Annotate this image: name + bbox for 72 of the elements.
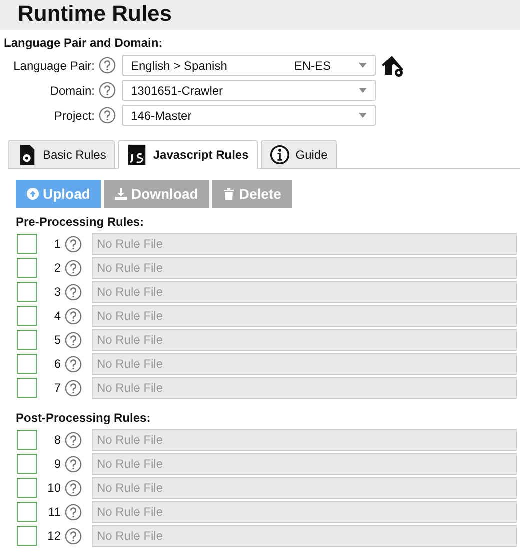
- rule-number: 1: [53, 237, 61, 251]
- section-heading: Language Pair and Domain:: [4, 36, 164, 50]
- rule-number: 9: [53, 457, 61, 471]
- help-icon: [65, 480, 82, 496]
- rule-number: 10: [46, 481, 61, 495]
- checkbox[interactable]: [17, 330, 37, 350]
- rule-file-field[interactable]: No Rule File: [92, 477, 517, 499]
- dropdown[interactable]: English > Spanish EN-ES: [122, 55, 376, 76]
- rule-file-field[interactable]: No Rule File: [92, 329, 517, 351]
- js-file-icon: [127, 144, 148, 166]
- rule-number: 5: [53, 333, 61, 347]
- rule-file-field[interactable]: No Rule File: [92, 453, 517, 475]
- tab[interactable]: Guide: [260, 140, 337, 168]
- checkbox[interactable]: [17, 354, 37, 374]
- help-icon: [65, 356, 82, 372]
- page-title: Runtime Rules: [18, 0, 174, 28]
- checkbox[interactable]: [17, 378, 37, 398]
- rule-number: 11: [48, 505, 61, 519]
- group-heading: Pre-Processing Rules:: [16, 215, 146, 229]
- help-icon: [65, 432, 82, 448]
- rule-number: 4: [53, 309, 61, 323]
- dropdown[interactable]: 146-Master: [122, 105, 376, 126]
- dropdown[interactable]: 1301651-Crawler: [122, 80, 376, 101]
- rule-number: 3: [53, 285, 61, 299]
- help-icon: [65, 332, 82, 348]
- caret-icon: [359, 113, 367, 118]
- rule-file-field[interactable]: No Rule File: [92, 353, 517, 375]
- trash-icon: [223, 188, 236, 200]
- checkbox[interactable]: [17, 282, 37, 302]
- checkbox[interactable]: [17, 234, 37, 254]
- rule-file-field[interactable]: No Rule File: [92, 525, 517, 547]
- checkbox[interactable]: [17, 258, 37, 278]
- rule-number: 8: [53, 433, 61, 447]
- help-icon: [99, 107, 116, 124]
- help-icon: [99, 57, 116, 74]
- field-label: Language Pair:: [12, 58, 95, 72]
- rule-number: 12: [46, 529, 61, 543]
- rule-file-field[interactable]: No Rule File: [92, 305, 517, 327]
- rule-number: 2: [53, 261, 61, 275]
- field-label: Project:: [53, 108, 95, 122]
- checkbox[interactable]: [17, 478, 37, 498]
- rule-number: 6: [53, 357, 61, 371]
- rule-file-field[interactable]: No Rule File: [92, 233, 517, 255]
- checkbox[interactable]: [17, 306, 37, 326]
- rule-file-field[interactable]: No Rule File: [92, 281, 517, 303]
- tab[interactable]: Basic Rules: [8, 140, 116, 168]
- help-icon: [65, 504, 82, 520]
- checkbox[interactable]: [17, 430, 37, 450]
- group-heading: Post-Processing Rules:: [16, 411, 152, 425]
- checkbox[interactable]: [17, 526, 37, 546]
- help-icon: [65, 260, 82, 276]
- caret-icon: [359, 88, 367, 93]
- rule-file-field[interactable]: No Rule File: [92, 501, 517, 523]
- rule-number: 7: [53, 381, 61, 395]
- help-icon: [99, 82, 116, 99]
- info-icon: [270, 144, 290, 166]
- caret-icon: [359, 63, 367, 68]
- help-icon: [65, 236, 82, 252]
- rule-file-field[interactable]: No Rule File: [92, 377, 517, 399]
- checkbox[interactable]: [17, 454, 37, 474]
- upload-icon: [27, 188, 39, 200]
- field-label: Domain:: [49, 84, 95, 98]
- checkbox[interactable]: [17, 502, 37, 522]
- help-icon: [65, 284, 82, 300]
- tab[interactable]: Javascript Rules: [118, 140, 258, 169]
- rule-file-field[interactable]: No Rule File: [92, 429, 517, 451]
- help-icon: [65, 456, 82, 472]
- help-icon: [65, 308, 82, 324]
- download-icon: [115, 188, 128, 200]
- help-icon: [65, 528, 82, 544]
- rule-file-field[interactable]: No Rule File: [92, 257, 517, 279]
- help-icon: [65, 380, 82, 396]
